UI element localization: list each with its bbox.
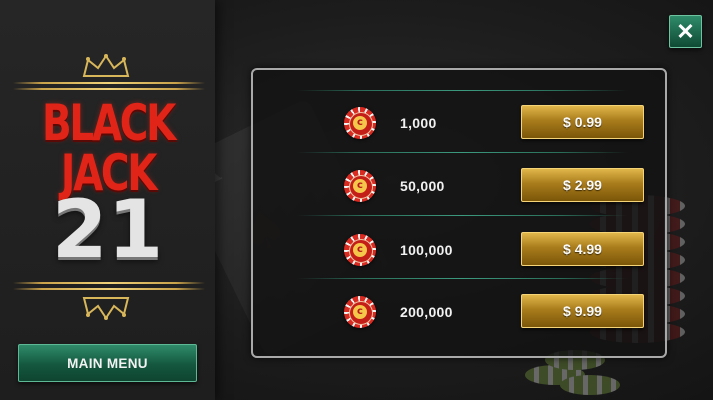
chip-icon (344, 107, 376, 139)
close-button[interactable]: ✕ (669, 15, 702, 48)
chip-amount: 100,000 (400, 242, 453, 258)
chip-icon (344, 296, 376, 328)
close-icon: ✕ (676, 18, 695, 44)
row-divider (297, 90, 627, 91)
chip-amount: 1,000 (400, 115, 437, 131)
logo-number: 21 (51, 183, 164, 276)
row-divider (297, 278, 627, 279)
buy-button[interactable]: $ 9.99 (521, 294, 644, 328)
gold-divider-bottom (13, 282, 205, 284)
main-menu-button[interactable]: MAIN MENU (18, 344, 197, 382)
chip-store-panel: 1,000 $ 0.99 50,000 $ 2.99 100,000 $ 4.9… (251, 68, 667, 358)
crown-ornament-icon (82, 297, 130, 320)
gold-divider-top (13, 82, 205, 84)
buy-button[interactable]: $ 2.99 (521, 168, 644, 202)
left-panel: BLACK JACK 21 MAIN MENU (0, 0, 215, 400)
chip-icon (344, 170, 376, 202)
gold-divider-bottom-2 (13, 288, 205, 290)
row-divider (297, 215, 627, 216)
crown-icon (82, 54, 130, 77)
store-item-4: 200,000 $ 9.99 (253, 292, 669, 332)
row-divider (297, 152, 627, 153)
chip-amount: 200,000 (400, 304, 453, 320)
gold-divider-top-2 (13, 88, 205, 90)
chip-amount: 50,000 (400, 178, 445, 194)
store-item-3: 100,000 $ 4.99 (253, 230, 669, 270)
buy-button[interactable]: $ 0.99 (521, 105, 644, 139)
chip-icon (344, 234, 376, 266)
store-item-1: 1,000 $ 0.99 (253, 103, 669, 143)
buy-button[interactable]: $ 4.99 (521, 232, 644, 266)
store-item-2: 50,000 $ 2.99 (253, 166, 669, 206)
